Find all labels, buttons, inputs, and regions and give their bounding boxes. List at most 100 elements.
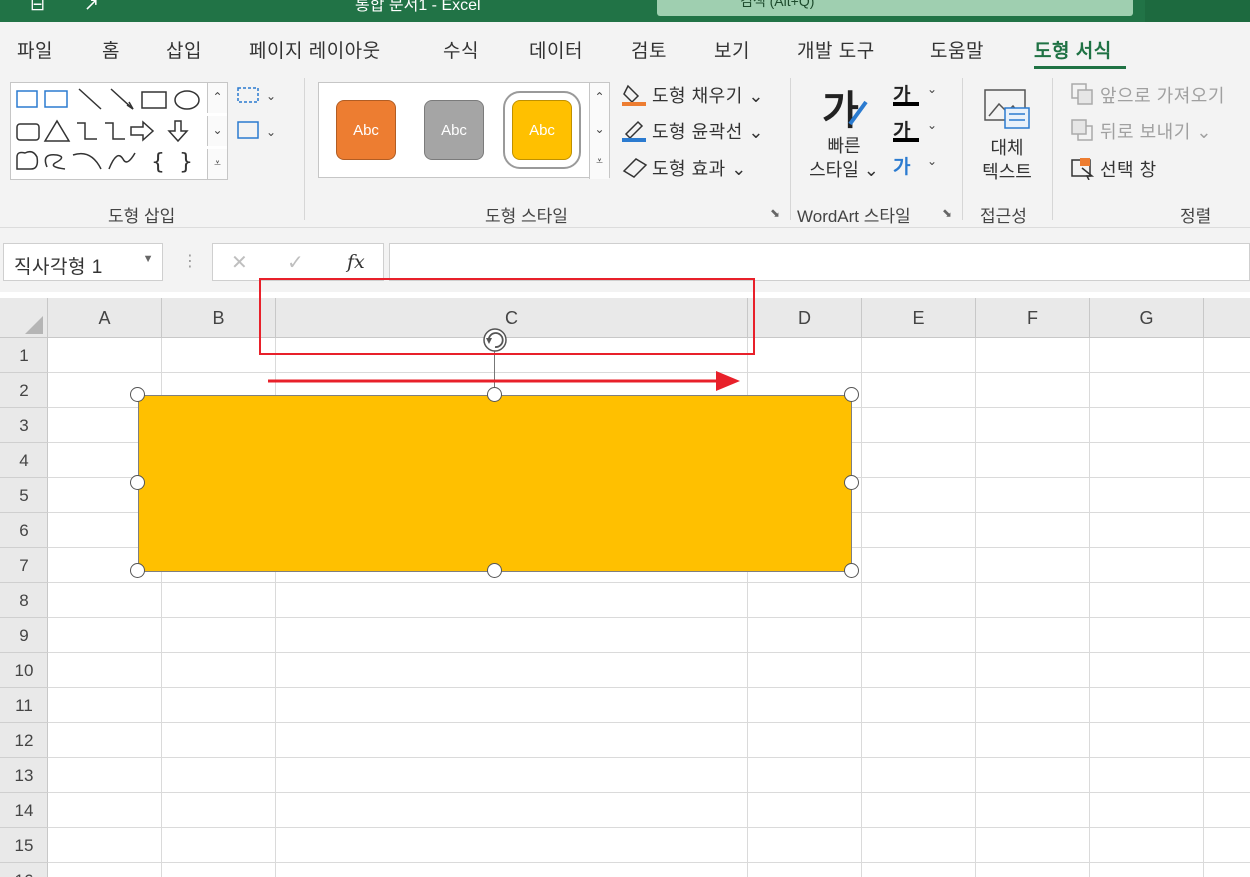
svg-text:}: } xyxy=(179,150,193,175)
bring-forward-button[interactable]: 앞으로 가져오기 xyxy=(1100,82,1225,108)
tab-insert[interactable]: 삽입 xyxy=(166,36,202,63)
save-icon[interactable]: ⊟ xyxy=(30,0,45,15)
gridline xyxy=(48,792,1250,793)
group-separator xyxy=(1052,78,1053,220)
resize-handle-top-right[interactable] xyxy=(844,387,859,402)
svg-text:가: 가 xyxy=(822,88,859,134)
confirm-icon[interactable]: ✓ xyxy=(287,250,304,275)
column-header-a[interactable]: A xyxy=(48,298,162,338)
row-header[interactable]: 1 xyxy=(0,338,48,373)
style-gallery-scroll-up[interactable]: ⌃ xyxy=(589,83,609,115)
text-effects-button[interactable]: 가 ⌄ xyxy=(893,152,943,180)
tab-view[interactable]: 보기 xyxy=(714,36,750,63)
search-box[interactable] xyxy=(657,0,1133,16)
chevron-down-icon: ⌄ xyxy=(927,118,938,132)
title-bar: ⊟ ↗ 통합 문서1 - Excel 검색 (Alt+Q) xyxy=(0,0,1250,22)
tab-formulas[interactable]: 수식 xyxy=(443,36,479,63)
shape-style-gallery[interactable]: Abc Abc Abc ⌃ ⌄ ⩡ xyxy=(318,82,610,179)
name-box[interactable]: 직사각형 1 ▼ xyxy=(3,243,163,281)
column-header-e[interactable]: E xyxy=(862,298,976,338)
group-label-accessibility: 접근성 xyxy=(980,207,1027,226)
tab-developer[interactable]: 개발 도구 xyxy=(797,36,875,63)
group-label-wordart: WordArt 스타일 xyxy=(797,207,911,226)
style-gallery-expand[interactable]: ⩡ xyxy=(589,147,609,179)
svg-text:{: { xyxy=(151,150,165,175)
quick-styles-icon: 가 xyxy=(822,88,868,134)
resize-handle-bottom-right[interactable] xyxy=(844,563,859,578)
row-header[interactable]: 8 xyxy=(0,583,48,618)
row-header[interactable]: 14 xyxy=(0,793,48,828)
active-tab-indicator xyxy=(1034,66,1126,69)
column-header-g[interactable]: G xyxy=(1090,298,1204,338)
paint-bucket-icon xyxy=(622,84,646,106)
row-header[interactable]: 5 xyxy=(0,478,48,513)
insert-function-icon[interactable]: fx xyxy=(347,251,365,273)
account-area[interactable] xyxy=(1145,0,1250,22)
column-header-f[interactable]: F xyxy=(976,298,1090,338)
row-header[interactable]: 6 xyxy=(0,513,48,548)
shape-effects-button[interactable]: 도형 효과 ⌄ xyxy=(652,155,747,181)
shape-outline-button[interactable]: 도형 윤곽선 ⌄ xyxy=(652,118,764,144)
gallery-scroll-up[interactable]: ⌃ xyxy=(207,83,227,113)
row-header[interactable]: 16 xyxy=(0,863,48,877)
gridline xyxy=(48,827,1250,828)
text-outline-color-bar xyxy=(893,138,919,142)
dialog-launcher-icon[interactable]: ⬊ xyxy=(770,206,780,220)
row-header[interactable]: 3 xyxy=(0,408,48,443)
svg-text:⌄: ⌄ xyxy=(266,125,276,139)
resize-handle-bottom-left[interactable] xyxy=(130,563,145,578)
row-header[interactable]: 9 xyxy=(0,618,48,653)
tab-file[interactable]: 파일 xyxy=(17,36,53,63)
shape-gallery[interactable]: { } ⌃ ⌄ ⩡ xyxy=(10,82,228,180)
row-header[interactable]: 2 xyxy=(0,373,48,408)
alt-text-icon xyxy=(984,89,1030,129)
resize-handle-bottom[interactable] xyxy=(487,563,502,578)
group-separator xyxy=(962,78,963,220)
row-header[interactable]: 11 xyxy=(0,688,48,723)
shape-fill-button[interactable]: 도형 채우기 ⌄ xyxy=(652,82,764,108)
row-header[interactable]: 10 xyxy=(0,653,48,688)
tab-page-layout[interactable]: 페이지 레이아웃 xyxy=(249,36,381,63)
select-all-button[interactable] xyxy=(0,298,48,338)
resize-handle-top-left[interactable] xyxy=(130,387,145,402)
style-gallery-scroll-down[interactable]: ⌄ xyxy=(589,115,609,147)
text-fill-button[interactable]: 가 ⌄ xyxy=(893,80,943,108)
undo-icon[interactable]: ↗ xyxy=(84,0,99,15)
formula-bar-grip-icon[interactable]: ⋮ xyxy=(182,251,198,271)
group-separator xyxy=(304,78,305,220)
text-fill-color-bar xyxy=(893,102,919,106)
quick-styles-button[interactable]: 빠른 스타일 ⌄ xyxy=(806,134,882,182)
tab-data[interactable]: 데이터 xyxy=(529,36,583,63)
row-header[interactable]: 13 xyxy=(0,758,48,793)
dialog-launcher-icon[interactable]: ⬊ xyxy=(942,206,952,220)
gallery-expand[interactable]: ⩡ xyxy=(207,149,227,179)
group-label-insert-shapes: 도형 삽입 xyxy=(108,207,176,226)
chevron-down-icon: ⌄ xyxy=(927,82,938,96)
tab-shape-format[interactable]: 도형 서식 xyxy=(1034,36,1112,63)
alt-text-button[interactable]: 대체 텍스트 xyxy=(971,136,1043,184)
resize-handle-left[interactable] xyxy=(130,475,145,490)
row-header[interactable]: 4 xyxy=(0,443,48,478)
text-outline-button[interactable]: 가 ⌄ xyxy=(893,116,943,144)
shape-style-swatch-gold[interactable]: Abc xyxy=(503,91,581,169)
row-header[interactable]: 12 xyxy=(0,723,48,758)
rectangle-shape[interactable] xyxy=(138,395,852,572)
row-header[interactable]: 15 xyxy=(0,828,48,863)
shape-style-swatch-gray[interactable]: Abc xyxy=(424,100,484,160)
select-all-icon xyxy=(25,316,43,334)
gallery-scroll-down[interactable]: ⌄ xyxy=(207,116,227,146)
tab-home[interactable]: 홈 xyxy=(102,36,120,63)
gridline xyxy=(48,862,1250,863)
group-separator xyxy=(790,78,791,220)
shape-style-swatch-orange[interactable]: Abc xyxy=(336,100,396,160)
column-header-d[interactable]: D xyxy=(748,298,862,338)
selection-pane-button[interactable]: 선택 창 xyxy=(1100,156,1157,182)
row-header[interactable]: 7 xyxy=(0,548,48,583)
edit-shape-icons[interactable]: ⌄ ⌄ xyxy=(236,84,282,144)
cancel-icon[interactable]: ✕ xyxy=(231,250,248,275)
tab-review[interactable]: 검토 xyxy=(631,36,667,63)
send-backward-button[interactable]: 뒤로 보내기 ⌄ xyxy=(1100,118,1212,144)
resize-handle-right[interactable] xyxy=(844,475,859,490)
tab-help[interactable]: 도움말 xyxy=(930,36,984,63)
formula-input[interactable] xyxy=(389,243,1250,281)
